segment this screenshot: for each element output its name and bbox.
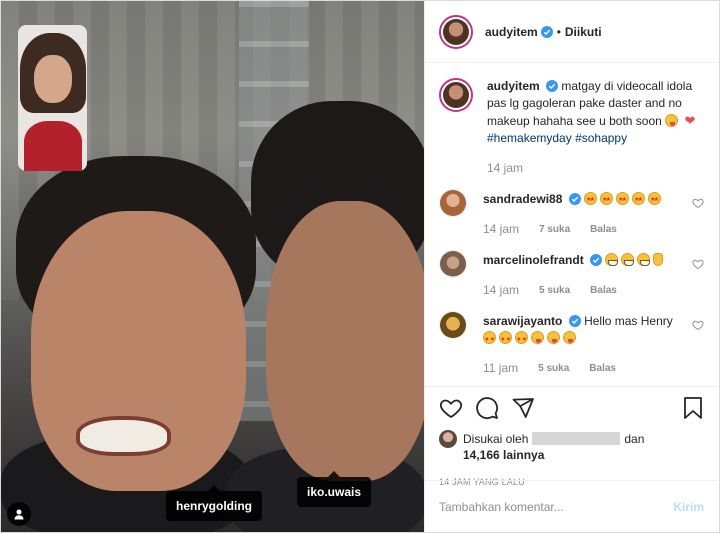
commenter-username[interactable]: marcelinolefrandt [483,253,584,267]
thumbs-up-emoji-icon [653,253,664,266]
grimacing-emoji-icon [605,253,619,266]
post-header: audyitem • Diikuti [425,1,719,63]
tongue-face-emoji-icon [665,114,679,127]
videocall-face [34,55,72,103]
commenter-avatar[interactable] [439,250,467,278]
commenter-username[interactable]: sandradewi88 [483,192,562,206]
user-tag-iko[interactable]: iko.uwais [297,471,372,507]
reply-button[interactable]: Balas [589,360,616,377]
likes-count[interactable]: 14,166 [463,448,500,462]
comment-time[interactable]: 14 jam [483,221,519,238]
comment-text: Hello mas Henry [584,314,673,328]
author-username[interactable]: audyitem [485,25,538,39]
heart-eyes-emoji-icon [483,331,496,349]
comment-body: sarawijayanto Hello mas Henry 11 jam 5 s… [483,313,693,377]
comment-item: marcelinolefrandt 14 jam 5 suka Balas [439,250,704,299]
caption-time[interactable]: 14 jam [487,160,523,177]
bookmark-icon[interactable] [682,396,704,423]
post-caption: audyitem matgay di videocall idola pas l… [439,78,704,177]
comment-body: marcelinolefrandt 14 jam 5 suka Balas [483,252,693,299]
author-avatar[interactable] [439,14,473,49]
liked-by-prefix: Disukai oleh [463,432,529,446]
commenter-avatar[interactable] [439,189,467,217]
star-struck-emoji-icon [616,192,630,209]
verified-badge-icon [590,254,603,266]
comment-meta: 14 jam 7 suka Balas [483,221,693,238]
comment-like-heart-icon[interactable] [692,319,704,334]
person-left-smile [76,416,171,456]
user-tag-henry[interactable]: henrygolding [166,485,262,521]
winking-tongue-emoji-icon [547,331,560,344]
likes-suffix[interactable]: lainnya [503,448,544,462]
commenter-avatar[interactable] [439,311,467,339]
comment-likes[interactable]: 7 suka [539,221,570,238]
comment-time[interactable]: 14 jam [483,282,519,299]
instagram-post: henrygolding iko.uwais audyitem • Diikut… [0,0,720,533]
heart-eyes-emoji-icon [515,331,528,349]
comment-meta: 14 jam 5 suka Balas [483,282,693,299]
person-right-face [266,201,424,481]
comment-like-heart-icon[interactable] [692,258,704,273]
liked-by-middle: dan [624,432,645,446]
liked-by-summary[interactable]: Disukai oleh dan 14,166 lainnya [439,430,704,463]
verified-badge-icon [540,25,553,38]
comment-time[interactable]: 11 jam [483,360,518,377]
red-heart-emoji-icon: ❤ [684,113,696,128]
caption-username[interactable]: audyitem [487,79,540,93]
post-comment-button[interactable]: Kirim [673,500,704,514]
hashtag-link[interactable]: #hemakemyday [487,131,572,145]
post-side-panel: audyitem • Diikuti audyitem matgay di vi… [424,1,719,532]
caption-avatar[interactable] [439,78,473,112]
star-struck-emoji-icon [632,192,646,209]
hashtag-link[interactable]: #sohappy [575,131,627,145]
header-separator: • [556,24,561,39]
winking-tongue-emoji-icon [563,331,576,344]
caption-body: audyitem matgay di videocall idola pas l… [487,78,704,177]
star-struck-emoji-icon [600,192,614,209]
comment-like-heart-icon[interactable] [692,197,704,212]
comment-item: sandradewi88 14 jam 7 suka Balas [439,189,704,238]
reply-button[interactable]: Balas [590,221,617,238]
heart-eyes-emoji-icon [499,331,512,349]
comment-bubble-icon[interactable] [475,396,499,423]
grimacing-emoji-icon [637,253,651,266]
comment-meta: 11 jam 5 suka Balas [483,360,693,377]
comment-input[interactable] [439,499,674,514]
caption-meta: 14 jam [487,160,704,177]
redacted-username [532,432,621,445]
videocall-inset [18,25,87,171]
post-actions: Disukai oleh dan 14,166 lainnya 14 JAM YA… [425,386,718,487]
comments-list[interactable]: audyitem matgay di videocall idola pas l… [425,64,718,386]
winking-tongue-emoji-icon [531,331,544,344]
reply-button[interactable]: Balas [590,282,617,299]
verified-badge-icon [568,193,581,205]
comment-item: sarawijayanto Hello mas Henry 11 jam 5 s… [439,311,704,377]
like-heart-icon[interactable] [439,396,463,423]
star-struck-emoji-icon [584,192,598,209]
comment-body: sandradewi88 14 jam 7 suka Balas [483,191,693,238]
comment-likes[interactable]: 5 suka [538,360,569,377]
videocall-shirt [24,121,82,171]
star-struck-emoji-icon [648,192,662,209]
verified-badge-icon [568,315,581,327]
grimacing-emoji-icon [621,253,635,266]
add-comment-bar: Kirim [425,480,718,532]
follow-status-button[interactable]: Diikuti [565,25,602,39]
action-icons-row [439,396,704,423]
comment-likes[interactable]: 5 suka [539,282,570,299]
commenter-username[interactable]: sarawijayanto [483,314,562,328]
person-icon[interactable] [7,502,31,526]
liker-avatar[interactable] [439,430,457,448]
verified-badge-icon [546,80,559,92]
share-paper-plane-icon[interactable] [511,396,535,423]
post-photo[interactable]: henrygolding iko.uwais [1,1,424,532]
